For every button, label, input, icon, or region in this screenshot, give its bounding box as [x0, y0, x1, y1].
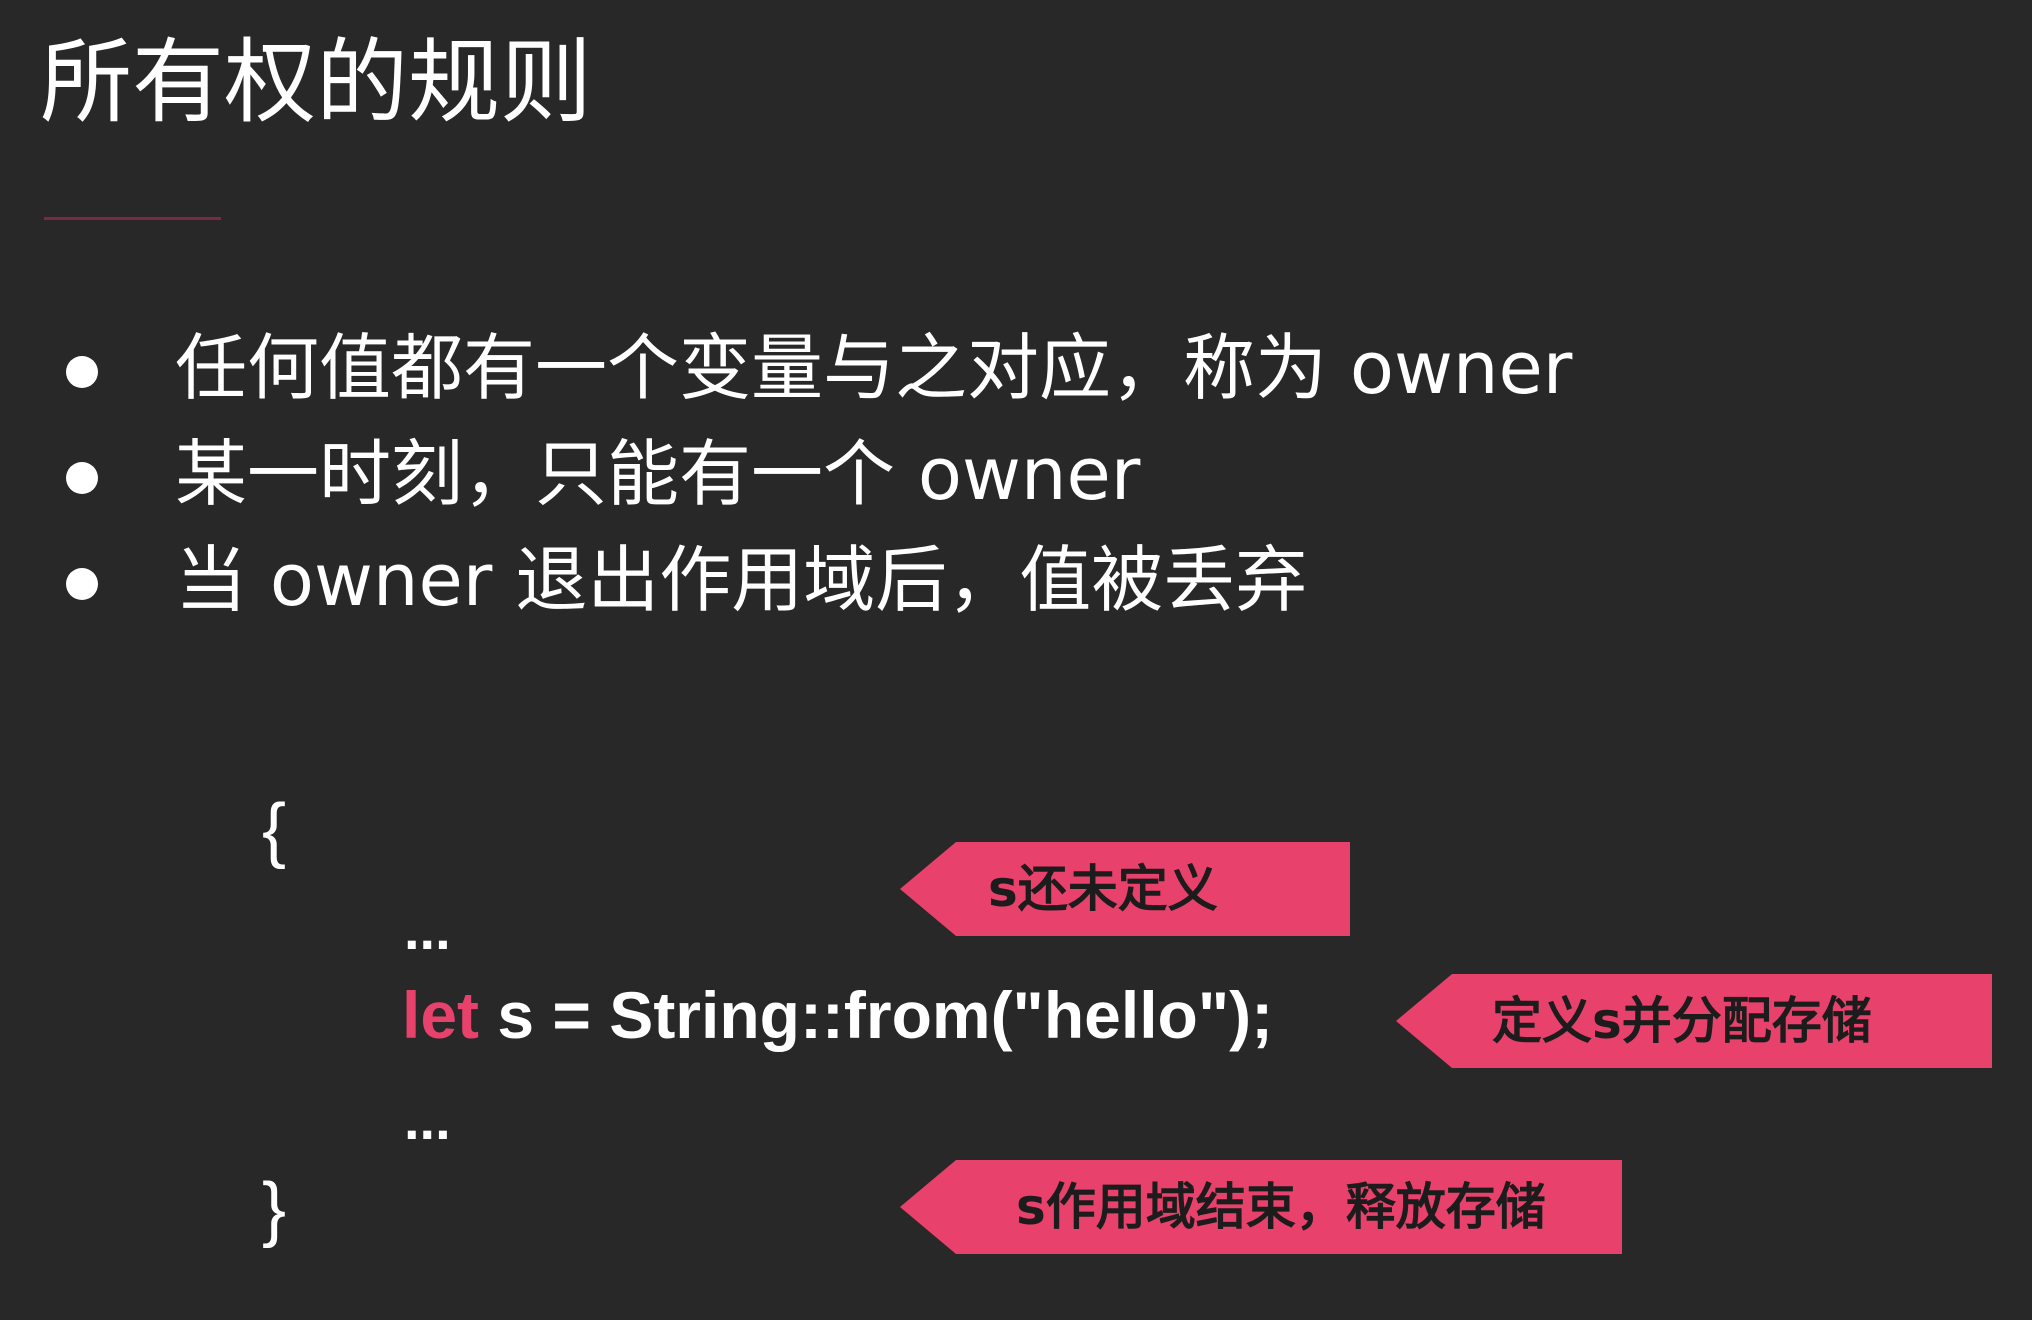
- callout-label: 定义s并分配存储: [1492, 992, 1872, 1050]
- callout-undefined: s还未定义: [900, 842, 1350, 936]
- bullet-dot: [66, 356, 98, 388]
- code-close-brace: }: [262, 1169, 287, 1249]
- title-underline: [44, 217, 221, 220]
- callout-scope-end: s作用域结束，释放存储: [900, 1160, 1622, 1254]
- code-statement: s = String::from("hello");: [479, 978, 1274, 1052]
- code-ellipsis-after: ...: [404, 1088, 451, 1151]
- bullet-item: 当 owner 退出作用域后，值被丢弃: [0, 526, 1700, 634]
- bullet-text: 某一时刻，只能有一个 owner: [175, 432, 1141, 516]
- callout-label: s还未定义: [988, 860, 1218, 918]
- code-ellipsis-before: ...: [404, 898, 451, 961]
- bullet-dot: [66, 568, 98, 600]
- callout-label: s作用域结束，释放存储: [1016, 1178, 1546, 1236]
- code-keyword-let: let: [402, 978, 480, 1052]
- slide: 所有权的规则 任何值都有一个变量与之对应，称为 owner 某一时刻，只能有一个…: [0, 0, 2032, 1320]
- code-open-brace: {: [262, 790, 287, 870]
- bullet-text: 当 owner 退出作用域后，值被丢弃: [175, 538, 1308, 622]
- callout-define-allocate: 定义s并分配存储: [1396, 974, 1992, 1068]
- bullet-dot: [66, 462, 98, 494]
- bullet-item: 某一时刻，只能有一个 owner: [0, 420, 1700, 528]
- slide-title: 所有权的规则: [40, 29, 593, 136]
- code-let-statement: let s = String::from("hello");: [402, 970, 1273, 1060]
- bullet-item: 任何值都有一个变量与之对应，称为 owner: [0, 314, 1700, 422]
- bullet-text: 任何值都有一个变量与之对应，称为 owner: [175, 326, 1573, 410]
